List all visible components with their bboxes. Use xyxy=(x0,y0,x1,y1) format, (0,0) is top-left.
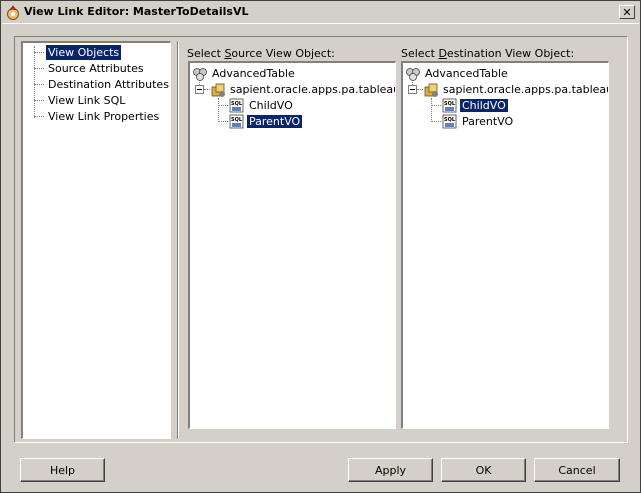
tree-node-childvo[interactable]: ChildVO xyxy=(247,98,295,114)
dialog-window: View Link Editor: MasterToDetailsVL ✕ Vi… xyxy=(0,0,641,493)
cancel-button[interactable]: Cancel xyxy=(534,458,620,482)
apply-button[interactable]: Apply xyxy=(348,458,433,482)
source-label: Select Source View Object: xyxy=(187,47,335,60)
nav-item-view-link-sql[interactable]: View Link SQL xyxy=(46,93,127,108)
application-module-icon xyxy=(193,68,207,81)
tree-line xyxy=(218,105,228,106)
nav-item-source-attributes[interactable]: Source Attributes xyxy=(46,61,146,76)
svg-text:SQL: SQL xyxy=(231,117,243,123)
jdeveloper-app-icon xyxy=(7,5,19,20)
tree-line xyxy=(431,98,432,122)
nav-item-view-objects[interactable]: View Objects xyxy=(46,45,122,60)
tree-node-parentvo[interactable]: ParentVO xyxy=(460,114,515,130)
ok-button[interactable]: OK xyxy=(441,458,526,482)
tree-line xyxy=(34,100,44,101)
nav-item-view-link-properties[interactable]: View Link Properties xyxy=(46,109,161,124)
view-object-icon: SQL xyxy=(229,98,244,113)
view-object-icon: SQL xyxy=(442,114,457,129)
tree-line xyxy=(431,121,441,122)
tree-line xyxy=(431,105,441,106)
view-object-icon: SQL xyxy=(229,114,244,129)
tree-line xyxy=(34,84,44,85)
tree-node-package[interactable]: sapient.oracle.apps.pa.tableaudit.s xyxy=(441,82,608,98)
view-object-icon: SQL xyxy=(442,98,457,113)
package-icon xyxy=(424,83,438,97)
tree-node-parentvo[interactable]: ParentVO xyxy=(247,114,303,130)
application-module-icon xyxy=(406,68,420,81)
close-button[interactable]: ✕ xyxy=(619,5,635,19)
help-button[interactable]: Help xyxy=(20,458,105,482)
navigation-tree: View Objects Source Attributes Destinati… xyxy=(23,43,170,438)
tree-node-root[interactable]: AdvancedTable xyxy=(423,66,510,82)
svg-text:SQL: SQL xyxy=(231,101,243,107)
tree-node-package[interactable]: sapient.oracle.apps.pa.tableaudit.s xyxy=(228,82,395,98)
tree-line xyxy=(34,46,35,118)
close-icon: ✕ xyxy=(622,5,632,19)
collapse-icon[interactable] xyxy=(195,85,204,94)
collapse-icon[interactable] xyxy=(408,85,417,94)
tree-line xyxy=(34,52,44,53)
tree-line xyxy=(34,116,44,117)
navigation-panel[interactable]: View Objects Source Attributes Destinati… xyxy=(21,41,171,439)
tree-line xyxy=(218,121,228,122)
package-icon xyxy=(211,83,225,97)
tree-line xyxy=(34,68,44,69)
destination-view-object-tree[interactable]: AdvancedTable sapient.oracle.apps.pa.tab… xyxy=(401,61,609,429)
source-view-object-tree[interactable]: AdvancedTable sapient.oracle.apps.pa.tab… xyxy=(188,61,396,429)
destination-label: Select Destination View Object: xyxy=(401,47,575,60)
tree-node-root[interactable]: AdvancedTable xyxy=(210,66,297,82)
svg-text:SQL: SQL xyxy=(444,101,456,107)
tree-node-childvo[interactable]: ChildVO xyxy=(460,98,508,114)
tree-line xyxy=(218,98,219,122)
window-title: View Link Editor: MasterToDetailsVL xyxy=(24,5,249,18)
svg-text:SQL: SQL xyxy=(444,117,456,123)
panel-divider xyxy=(177,41,179,439)
nav-item-destination-attributes[interactable]: Destination Attributes xyxy=(46,77,171,92)
title-bar[interactable]: View Link Editor: MasterToDetailsVL ✕ xyxy=(2,2,639,24)
